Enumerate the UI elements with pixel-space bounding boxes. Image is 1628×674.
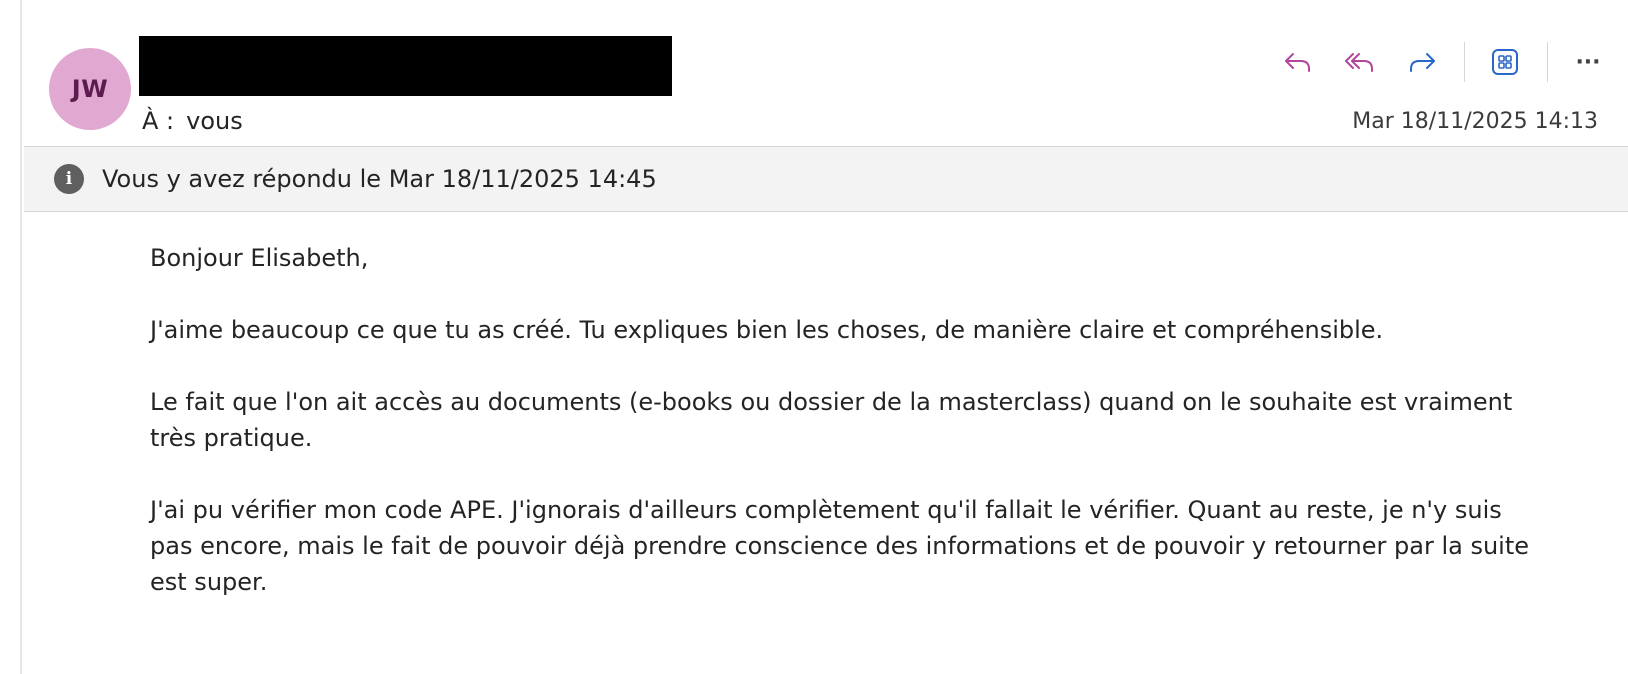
email-message: JW À : vous Mar 18/11/2025 14:13 ··· i V… [24,0,1628,674]
info-icon: i [54,164,84,194]
to-value[interactable]: vous [186,107,243,135]
apps-icon [1492,49,1518,75]
to-label: À : [142,107,175,135]
avatar-initials: JW [71,75,109,103]
message-body: Bonjour Elisabeth, J'aime beaucoup ce qu… [150,240,1530,636]
greeting: Bonjour Elisabeth, [150,244,369,272]
reply-icon [1285,53,1310,72]
info-icon-glyph: i [65,169,73,189]
toolbar-divider [1547,42,1548,82]
body-paragraph: J'ai pu vérifier mon code APE. J'ignorai… [150,496,1530,596]
apps-button[interactable] [1483,40,1527,84]
replied-info-text: Vous y avez répondu le Mar 18/11/2025 14… [102,165,657,193]
left-border [0,0,22,674]
recipient-line: À : vous [142,107,243,135]
body-paragraph: J'aime beaucoup ce que tu as créé. Tu ex… [150,316,1384,344]
forward-icon [1410,53,1435,72]
sender-name-redacted [139,36,672,96]
body-paragraph: Le fait que l'on ait accès au documents … [150,388,1513,452]
forward-button[interactable] [1400,40,1444,84]
message-actions-toolbar: ··· [1258,40,1610,84]
toolbar-divider [1464,42,1465,82]
reply-all-icon [1345,53,1373,72]
message-header: JW À : vous Mar 18/11/2025 14:13 ··· [24,0,1628,147]
more-actions-button[interactable]: ··· [1566,40,1610,84]
reply-button[interactable] [1276,40,1320,84]
replied-info-bar: i Vous y avez répondu le Mar 18/11/2025 … [24,147,1628,212]
reply-all-button[interactable] [1338,40,1382,84]
message-date: Mar 18/11/2025 14:13 [1352,109,1598,134]
avatar[interactable]: JW [49,48,131,130]
more-icon: ··· [1575,49,1601,75]
